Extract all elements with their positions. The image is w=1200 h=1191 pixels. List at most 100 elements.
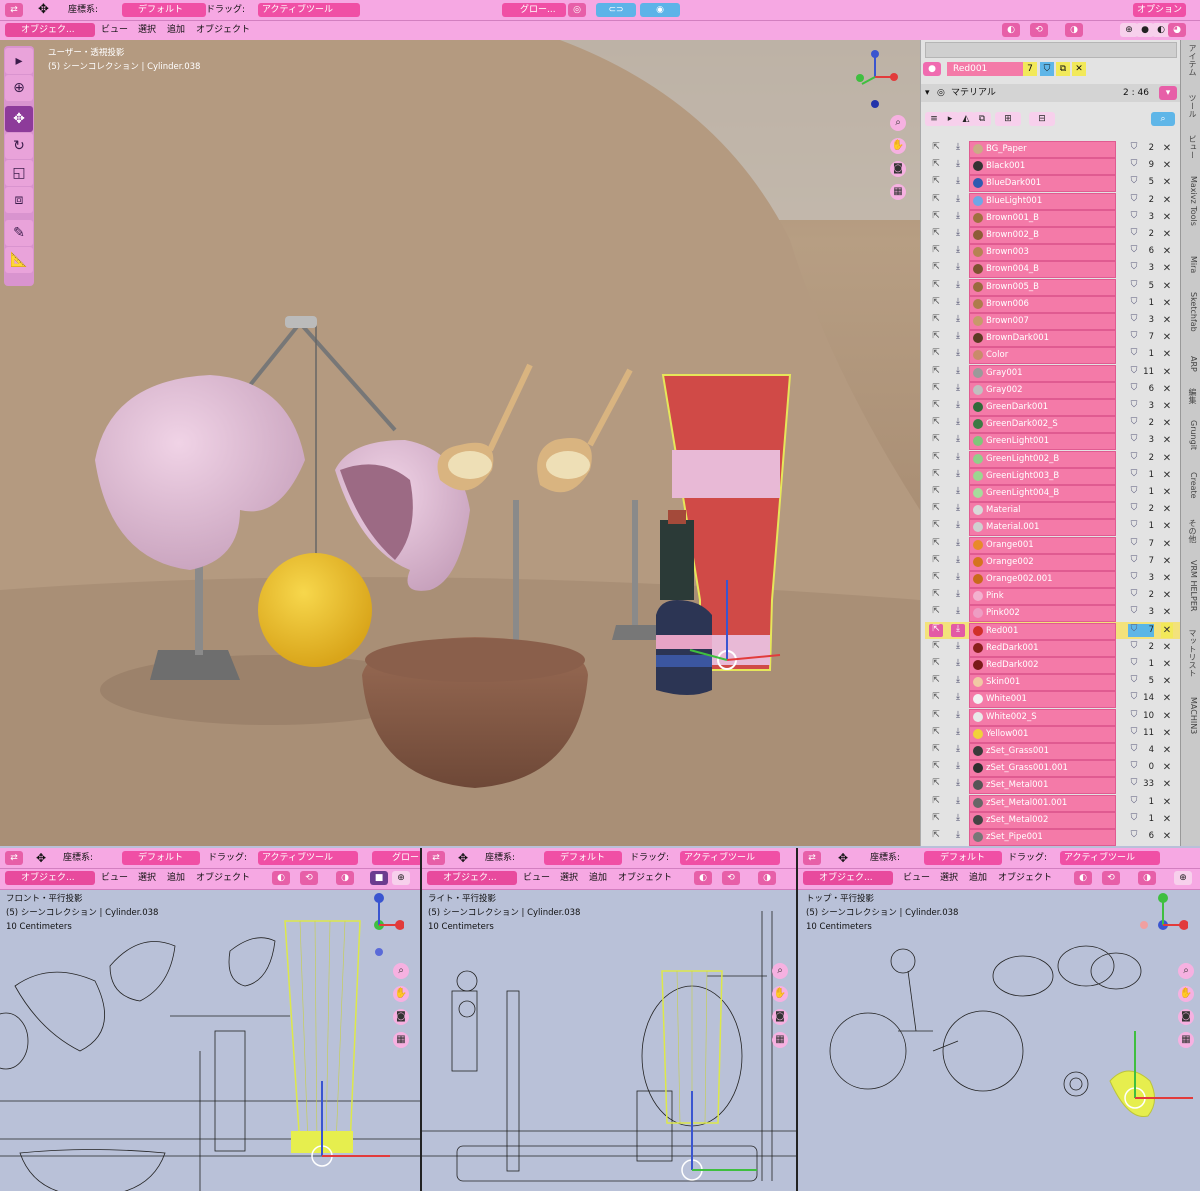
assign-icon[interactable]: ⤓ (951, 606, 965, 619)
remove-icon[interactable]: ✕ (1161, 244, 1173, 259)
fake-user-icon[interactable]: ⛉ (1128, 262, 1140, 275)
sidebar-tab[interactable]: アイテム (1184, 44, 1198, 88)
menu-select[interactable]: 選択 (940, 871, 958, 885)
remove-icon[interactable]: ✕ (1161, 468, 1173, 483)
options-button[interactable]: オプション (1133, 3, 1187, 17)
zoom-icon[interactable]: ⌕ (890, 115, 906, 131)
select-icon[interactable]: ⇱ (929, 366, 943, 379)
remove-icon[interactable]: ✕ (1161, 657, 1173, 672)
remove-icon[interactable]: ✕ (1161, 330, 1173, 345)
menu-add[interactable]: 追加 (969, 871, 987, 885)
select-icon[interactable]: ⇱ (929, 623, 943, 637)
select-icon[interactable]: ⇱ (929, 297, 943, 310)
sidebar-tab[interactable]: Mira (1184, 256, 1198, 286)
editor-type-icon[interactable]: ⇄ (803, 851, 821, 865)
remove-icon[interactable]: ✕ (1161, 743, 1173, 758)
fake-user-icon[interactable]: ⛉ (1128, 606, 1140, 619)
assign-icon[interactable]: ⤓ (951, 142, 965, 155)
remove-icon[interactable]: ✕ (1161, 296, 1173, 311)
assign-icon[interactable]: ⤓ (951, 331, 965, 344)
material-name[interactable]: GreenLight002_B (969, 450, 1116, 468)
menu-dropdown-icon[interactable]: ▾ (1159, 86, 1177, 100)
select-icon[interactable]: ⇱ (929, 503, 943, 516)
shading-icon[interactable]: ■ (370, 871, 388, 885)
remove-icon[interactable]: ✕ (1161, 141, 1173, 156)
overlay-icon[interactable]: ◐ (1002, 23, 1020, 37)
list-item[interactable]: ⇱ ⤓ Orange001 ⛉ 7 ✕ (925, 536, 1180, 554)
list-item[interactable]: ⇱ ⤓ Brown003 ⛉ 6 ✕ (925, 243, 1180, 262)
link-icon[interactable]: ⊟ (1029, 112, 1055, 126)
drag-dropdown[interactable]: アクティブツール (1060, 851, 1160, 865)
fake-user-icon[interactable]: ⛉ (1128, 159, 1140, 172)
fake-user-icon[interactable]: ⛉ (1128, 813, 1140, 826)
list-item[interactable]: ⇱ ⤓ Red001 ⛉ 7 ✕ (925, 621, 1180, 640)
sidebar-tab[interactable]: Sketchfab (1184, 292, 1198, 350)
assign-icon[interactable]: ⤓ (951, 366, 965, 379)
scale-tool[interactable]: ◱ (5, 160, 33, 186)
material-name[interactable]: Brown004_B (969, 261, 1116, 279)
list-item[interactable]: ⇱ ⤓ zSet_Grass001.001 ⛉ 0 ✕ (925, 759, 1180, 778)
zoom-icon[interactable]: ⌕ (772, 963, 788, 979)
material-name[interactable]: Brown002_B (969, 227, 1116, 244)
select-icon[interactable]: ⇱ (929, 348, 943, 361)
list-item[interactable]: ⇱ ⤓ RedDark002 ⛉ 1 ✕ (925, 656, 1180, 674)
fake-user-icon[interactable]: ⛉ (1128, 211, 1140, 224)
select-icon[interactable]: ⇱ (929, 486, 943, 499)
mode-dropdown[interactable]: オブジェク... (5, 23, 95, 37)
move-tool[interactable]: ✥ (5, 106, 33, 132)
assign-icon[interactable]: ⤓ (951, 572, 965, 585)
remove-icon[interactable]: ✕ (1161, 313, 1173, 328)
camera-icon[interactable]: ◙ (772, 1009, 788, 1025)
grid-icon[interactable]: ▦ (890, 184, 906, 200)
mode-dropdown[interactable]: オブジェク... (427, 871, 517, 885)
select-icon[interactable]: ⇱ (929, 538, 943, 551)
material-name[interactable]: White001 (969, 691, 1116, 709)
menu-add[interactable]: 追加 (589, 871, 607, 885)
fake-user-icon[interactable]: ⛉ (1128, 623, 1140, 637)
list-item[interactable]: ⇱ ⤓ BlueLight001 ⛉ 2 ✕ (925, 192, 1180, 210)
fake-user-icon[interactable]: ⛉ (1128, 331, 1140, 344)
remove-icon[interactable]: ✕ (1161, 554, 1173, 569)
select-icon[interactable]: ⇱ (929, 434, 943, 447)
coord-dropdown[interactable]: デフォルト (122, 3, 206, 17)
list-item[interactable]: ⇱ ⤓ Pink002 ⛉ 3 ✕ (925, 604, 1180, 623)
new-material-icon[interactable]: ⧉ (1056, 62, 1070, 76)
select-icon[interactable]: ⇱ (929, 469, 943, 482)
remove-icon[interactable]: ✕ (1161, 760, 1173, 775)
fake-user-icon[interactable]: ⛉ (1128, 486, 1140, 499)
list-item[interactable]: ⇱ ⤓ Gray002 ⛉ 6 ✕ (925, 381, 1180, 399)
assign-icon[interactable]: ⤓ (951, 262, 965, 275)
assign-icon[interactable]: ⤓ (951, 675, 965, 688)
fake-user-icon[interactable]: ⛉ (1128, 658, 1140, 671)
select-icon[interactable]: ⇱ (929, 520, 943, 533)
assign-icon[interactable]: ⤓ (951, 348, 965, 361)
drag-dropdown[interactable]: アクティブツール (680, 851, 780, 865)
list-item[interactable]: ⇱ ⤓ BrownDark001 ⛉ 7 ✕ (925, 329, 1180, 348)
assign-icon[interactable]: ⤓ (951, 830, 965, 843)
fake-user-icon[interactable]: ⛉ (1128, 538, 1140, 551)
fake-user-icon[interactable]: ⛉ (1128, 434, 1140, 447)
select-icon[interactable]: ⇱ (929, 417, 943, 430)
fake-user-icon[interactable]: ⛉ (1128, 314, 1140, 327)
menu-add[interactable]: 追加 (167, 23, 185, 37)
material-name[interactable]: Yellow001 (969, 725, 1116, 743)
measure-tool[interactable]: 📐 (5, 247, 33, 273)
assign-icon[interactable]: ⤓ (951, 434, 965, 447)
select-icon[interactable]: ⇱ (929, 228, 943, 241)
pan-icon[interactable]: ✋ (890, 138, 906, 154)
grid-icon[interactable]: ▦ (1178, 1032, 1194, 1048)
camera-icon[interactable]: ◙ (393, 1009, 409, 1025)
editor-type-icon[interactable]: ⇄ (427, 851, 445, 865)
top-nav-gizmo[interactable] (1138, 890, 1188, 960)
assign-icon[interactable]: ⤓ (951, 778, 965, 791)
pivot-dropdown[interactable]: グロー... (502, 3, 566, 17)
coord-dropdown[interactable]: デフォルト (924, 851, 1002, 865)
node-icon[interactable]: ⊞ (995, 112, 1021, 126)
fake-user-icon[interactable]: ⛉ (1128, 520, 1140, 533)
material-section-header[interactable]: ▾ ◎ マテリアル 2 : 46 ▾ (921, 84, 1181, 102)
remove-icon[interactable]: ✕ (1161, 777, 1173, 792)
drag-dropdown[interactable]: アクティブツール (258, 851, 358, 865)
assign-icon[interactable]: ⤓ (951, 314, 965, 327)
grid-icon[interactable]: ▦ (772, 1032, 788, 1048)
fake-user-icon[interactable]: ⛉ (1128, 555, 1140, 568)
